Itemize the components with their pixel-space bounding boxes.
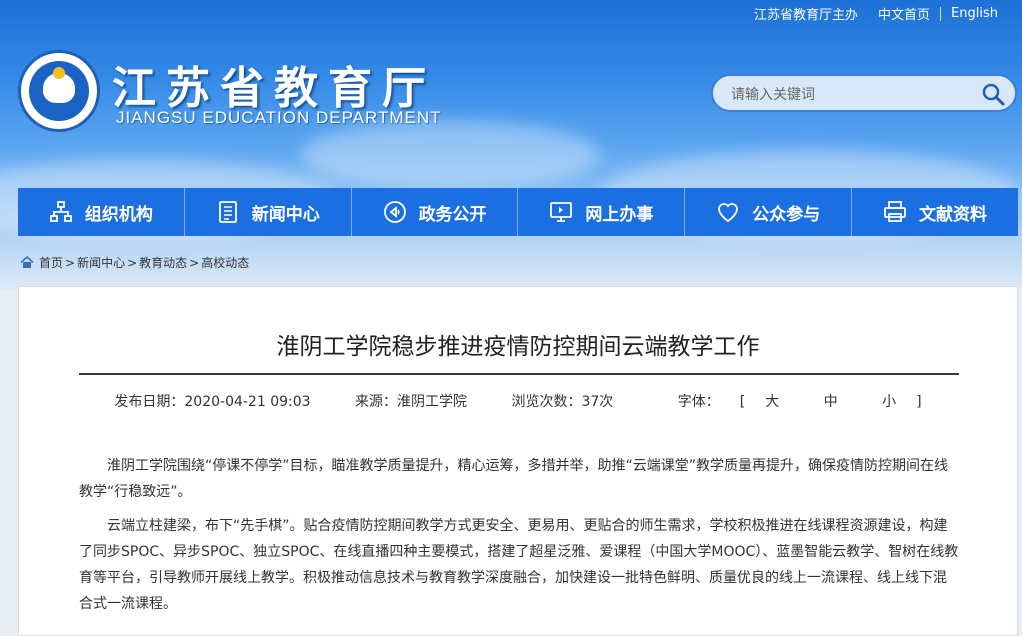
breadcrumb: 首页 > 新闻中心 > 教育动态 > 高校动态 <box>20 254 249 271</box>
nav-label: 新闻中心 <box>251 204 320 225</box>
heart-icon <box>718 203 739 223</box>
title-divider <box>79 373 959 375</box>
search-box <box>711 74 1017 112</box>
nav-label: 文献资料 <box>919 204 988 225</box>
english-link[interactable]: English <box>941 6 1008 21</box>
main-nav: 组织机构 新闻中心 政务公开 网上办事 公众参与 文献资料 <box>18 188 1018 236</box>
site-subtitle: JIANGSU EDUCATION DEPARTMENT <box>116 108 442 127</box>
font-medium-button[interactable]: 中 <box>824 394 838 410</box>
site-title: 江苏省教育厅 <box>112 63 436 114</box>
org-chart-icon <box>50 201 72 222</box>
chinese-home-link[interactable]: 中文首页 <box>868 4 940 23</box>
font-size-label: 字体： <box>677 394 720 410</box>
site-header: 江苏省教育厅主办 中文首页 English 江苏省教育厅 JIANGSU EDU… <box>0 0 1022 290</box>
monitor-icon <box>550 202 573 222</box>
nav-item-news[interactable]: 新闻中心 <box>185 188 352 236</box>
breadcrumb-separator: > <box>189 255 200 270</box>
printer-icon <box>884 201 906 222</box>
header-cloud <box>300 120 600 190</box>
search-icon[interactable] <box>981 82 1005 106</box>
nav-label: 组织机构 <box>84 204 153 225</box>
nav-label: 网上办事 <box>585 204 654 225</box>
article-source: 来源：淮阴工学院 <box>355 394 468 410</box>
article-panel: 淮阴工学院稳步推进疫情防控期间云端教学工作 发布日期：2020-04-21 09… <box>18 286 1018 636</box>
breadcrumb-university-news[interactable]: 高校动态 <box>201 254 249 271</box>
article-title: 淮阴工学院稳步推进疫情防控期间云端教学工作 <box>276 334 760 360</box>
sponsor-link[interactable]: 江苏省教育厅主办 <box>744 4 868 23</box>
font-large-button[interactable]: 大 <box>765 394 779 410</box>
nav-label: 公众参与 <box>752 204 821 225</box>
department-emblem-icon[interactable] <box>18 50 100 132</box>
nav-item-organization[interactable]: 组织机构 <box>18 188 185 236</box>
font-size-control: 字体：[大 中 小] <box>677 394 922 410</box>
nav-item-online-services[interactable]: 网上办事 <box>518 188 686 236</box>
top-links: 江苏省教育厅主办 中文首页 English <box>744 4 1008 23</box>
nav-item-government-affairs[interactable]: 政务公开 <box>352 188 519 236</box>
breadcrumb-home[interactable]: 首页 <box>39 254 63 271</box>
megaphone-icon <box>383 201 406 223</box>
search-input[interactable] <box>729 83 973 107</box>
breadcrumb-separator: > <box>127 255 138 270</box>
nav-item-documents[interactable]: 文献资料 <box>852 188 1018 236</box>
article-meta: 发布日期：2020-04-21 09:03 来源：淮阴工学院 浏览次数：37次 … <box>19 391 1017 411</box>
nav-item-public-participation[interactable]: 公众参与 <box>685 188 853 236</box>
home-icon <box>20 256 34 268</box>
breadcrumb-separator: > <box>65 255 76 270</box>
publish-date: 发布日期：2020-04-21 09:03 <box>114 394 311 410</box>
article-paragraph: 云端立柱建梁，布下“先手棋”。贴合疫情防控期间教学方式更安全、更易用、更贴合的师… <box>79 518 959 612</box>
view-count: 浏览次数：37次 <box>511 394 614 410</box>
nav-label: 政务公开 <box>418 204 487 225</box>
breadcrumb-news[interactable]: 新闻中心 <box>77 254 125 271</box>
article-paragraph: 淮阴工学院围绕“停课不停学”目标，瞄准教学质量提升，精心运筹，多措并举，助推“云… <box>79 458 949 500</box>
document-icon <box>218 201 237 223</box>
font-small-button[interactable]: 小 <box>882 394 896 410</box>
breadcrumb-education-news[interactable]: 教育动态 <box>139 254 187 271</box>
